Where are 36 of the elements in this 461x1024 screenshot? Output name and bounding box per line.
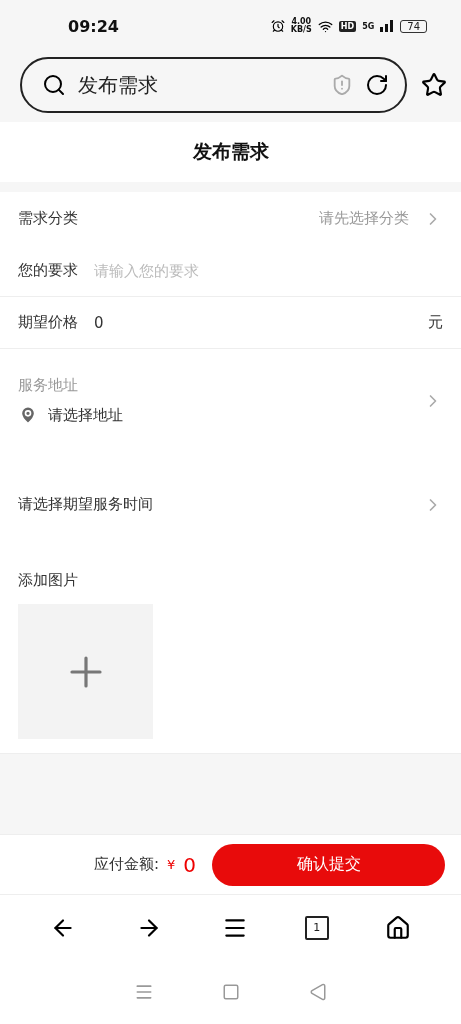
price-label: 期望价格 xyxy=(18,313,78,332)
battery-level: 74 xyxy=(400,19,427,33)
hd-badge: HD xyxy=(338,20,357,32)
currency-sign: ¥ xyxy=(167,857,176,872)
category-placeholder: 请先选择分类 xyxy=(319,209,409,228)
price-field[interactable]: 0 xyxy=(92,312,414,333)
tabs-button[interactable]: 1 xyxy=(304,915,329,940)
address-bar[interactable]: 发布需求 xyxy=(20,57,407,113)
service-time-select[interactable]: 请选择期望服务时间 xyxy=(18,495,153,514)
network-type: 5G xyxy=(362,21,375,31)
home-icon xyxy=(384,914,411,941)
search-icon xyxy=(42,73,66,97)
amount-value: 0 xyxy=(183,852,196,877)
back-triangle-icon[interactable] xyxy=(308,983,327,1001)
wifi-icon xyxy=(317,18,333,34)
reload-icon[interactable] xyxy=(365,73,389,97)
address-placeholder[interactable]: 请选择地址 xyxy=(48,405,123,425)
category-label: 需求分类 xyxy=(18,209,78,228)
status-time: 09:24 xyxy=(68,16,119,36)
signal-icon xyxy=(380,20,395,32)
star-icon[interactable] xyxy=(421,72,447,98)
home-square-icon[interactable] xyxy=(222,983,241,1001)
address-text: 发布需求 xyxy=(78,71,159,99)
price-unit: 元 xyxy=(428,313,443,332)
speed-unit: KB/S xyxy=(290,26,312,34)
alarm-icon xyxy=(270,19,285,33)
category-row[interactable]: 需求分类 请先选择分类 xyxy=(0,192,461,245)
shield-icon xyxy=(331,74,353,96)
page-title: 发布需求 xyxy=(192,139,269,164)
address-label: 服务地址 xyxy=(18,376,79,395)
images-label: 添加图片 xyxy=(18,571,79,590)
requirement-field[interactable]: 请输入您的要求 xyxy=(92,260,443,281)
network-speed: 4.00 xyxy=(291,18,312,26)
submit-button[interactable]: 确认提交 xyxy=(212,843,445,886)
amount-label: 应付金额: xyxy=(93,855,159,874)
requirement-label: 您的要求 xyxy=(18,261,78,280)
